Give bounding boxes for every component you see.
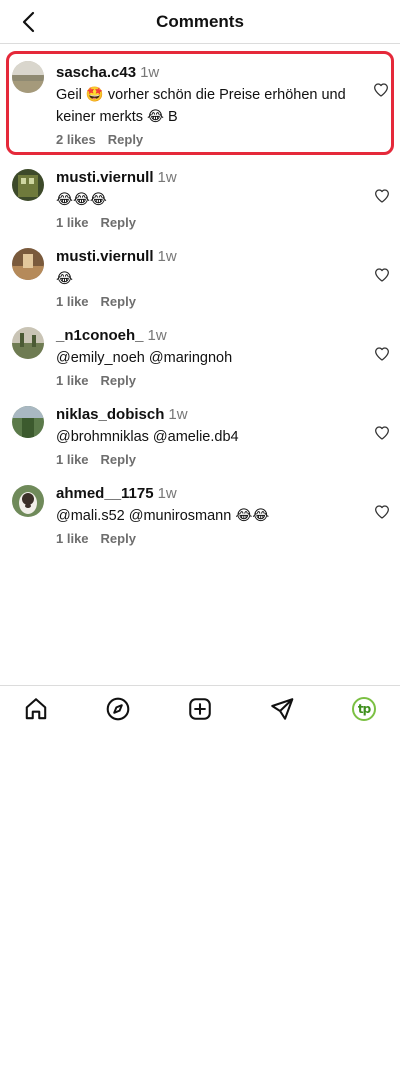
comment-item: sascha.c43 1w Geil 🤩 vorher schön die Pre… bbox=[6, 51, 394, 155]
reply-button[interactable]: Reply bbox=[108, 132, 143, 147]
avatar[interactable] bbox=[12, 327, 44, 359]
comment-text: @mali.s52 @munirosmann 😂😂 bbox=[56, 508, 270, 524]
comment-username[interactable]: musti.viernull bbox=[56, 248, 154, 265]
comment-likes[interactable]: 1 like bbox=[56, 531, 89, 546]
heart-icon[interactable] bbox=[374, 504, 390, 520]
comment-username[interactable]: sascha.c43 bbox=[56, 64, 136, 81]
nav-create[interactable] bbox=[187, 696, 213, 722]
reply-button[interactable]: Reply bbox=[101, 294, 136, 309]
comment-text: @emily_noeh @maringnoh bbox=[56, 350, 233, 366]
nav-home[interactable] bbox=[23, 696, 49, 722]
comment-username[interactable]: musti.viernull bbox=[56, 169, 154, 186]
avatar[interactable] bbox=[12, 485, 44, 517]
home-icon bbox=[25, 698, 47, 720]
heart-icon[interactable] bbox=[374, 346, 390, 362]
explore-icon bbox=[106, 697, 130, 721]
comment-time: 1w bbox=[147, 327, 167, 344]
avatar[interactable] bbox=[12, 61, 44, 93]
heart-icon[interactable] bbox=[374, 267, 390, 283]
heart-icon[interactable] bbox=[373, 82, 389, 98]
back-button[interactable] bbox=[14, 8, 42, 36]
comment-likes[interactable]: 1 like bbox=[56, 294, 89, 309]
comment-time: 1w bbox=[157, 248, 177, 265]
comment-text: @brohmniklas @amelie.db4 bbox=[56, 429, 239, 445]
nav-profile[interactable]: tp bbox=[351, 696, 377, 722]
comment-item: musti.viernull 1w 😂 1 like Reply bbox=[0, 237, 400, 316]
reply-button[interactable]: Reply bbox=[101, 452, 136, 467]
heart-icon[interactable] bbox=[374, 188, 390, 204]
comment-time: 1w bbox=[140, 64, 160, 81]
direct-icon bbox=[271, 698, 294, 720]
comment-item: musti.viernull 1w 😂😂😂 1 like Reply bbox=[0, 158, 400, 237]
comment-likes[interactable]: 2 likes bbox=[56, 132, 96, 147]
comment-likes[interactable]: 1 like bbox=[56, 452, 89, 467]
comment-text: 😂😂😂 bbox=[56, 192, 107, 208]
avatar[interactable] bbox=[12, 406, 44, 438]
comment-username[interactable]: ahmed__1175 bbox=[56, 485, 154, 502]
comment-item: _n1conoeh_ 1w @emily_noeh @maringnoh 1 li… bbox=[0, 316, 400, 395]
create-icon bbox=[189, 698, 211, 720]
comment-item: ahmed__1175 1w @mali.s52 @munirosmann 😂😂 … bbox=[0, 474, 400, 553]
comment-username[interactable]: niklas_dobisch bbox=[56, 406, 164, 423]
comment-likes[interactable]: 1 like bbox=[56, 373, 89, 388]
avatar[interactable] bbox=[12, 169, 44, 201]
comment-likes[interactable]: 1 like bbox=[56, 215, 89, 230]
nav-direct[interactable] bbox=[269, 696, 295, 722]
comment-list: sascha.c43 1w Geil 🤩 vorher schön die Pre… bbox=[0, 51, 400, 553]
comment-time: 1w bbox=[168, 406, 188, 423]
comment-item: niklas_dobisch 1w @brohmniklas @amelie.db… bbox=[0, 395, 400, 474]
reply-button[interactable]: Reply bbox=[101, 373, 136, 388]
heart-icon[interactable] bbox=[374, 425, 390, 441]
comment-text: Geil 🤩 vorher schön die Preise erhöhen u… bbox=[56, 87, 346, 125]
reply-button[interactable]: Reply bbox=[101, 531, 136, 546]
comment-time: 1w bbox=[157, 169, 177, 186]
comment-time: 1w bbox=[157, 485, 177, 502]
header: Comments bbox=[0, 0, 400, 44]
avatar[interactable] bbox=[12, 248, 44, 280]
comment-text: 😂 bbox=[56, 271, 73, 287]
profile-icon: tp bbox=[352, 697, 376, 721]
chevron-left-icon bbox=[22, 11, 35, 33]
reply-button[interactable]: Reply bbox=[101, 215, 136, 230]
comment-username[interactable]: _n1conoeh_ bbox=[56, 327, 144, 344]
page-title: Comments bbox=[156, 12, 244, 31]
bottom-nav: tp bbox=[0, 685, 400, 731]
nav-explore[interactable] bbox=[105, 696, 131, 722]
